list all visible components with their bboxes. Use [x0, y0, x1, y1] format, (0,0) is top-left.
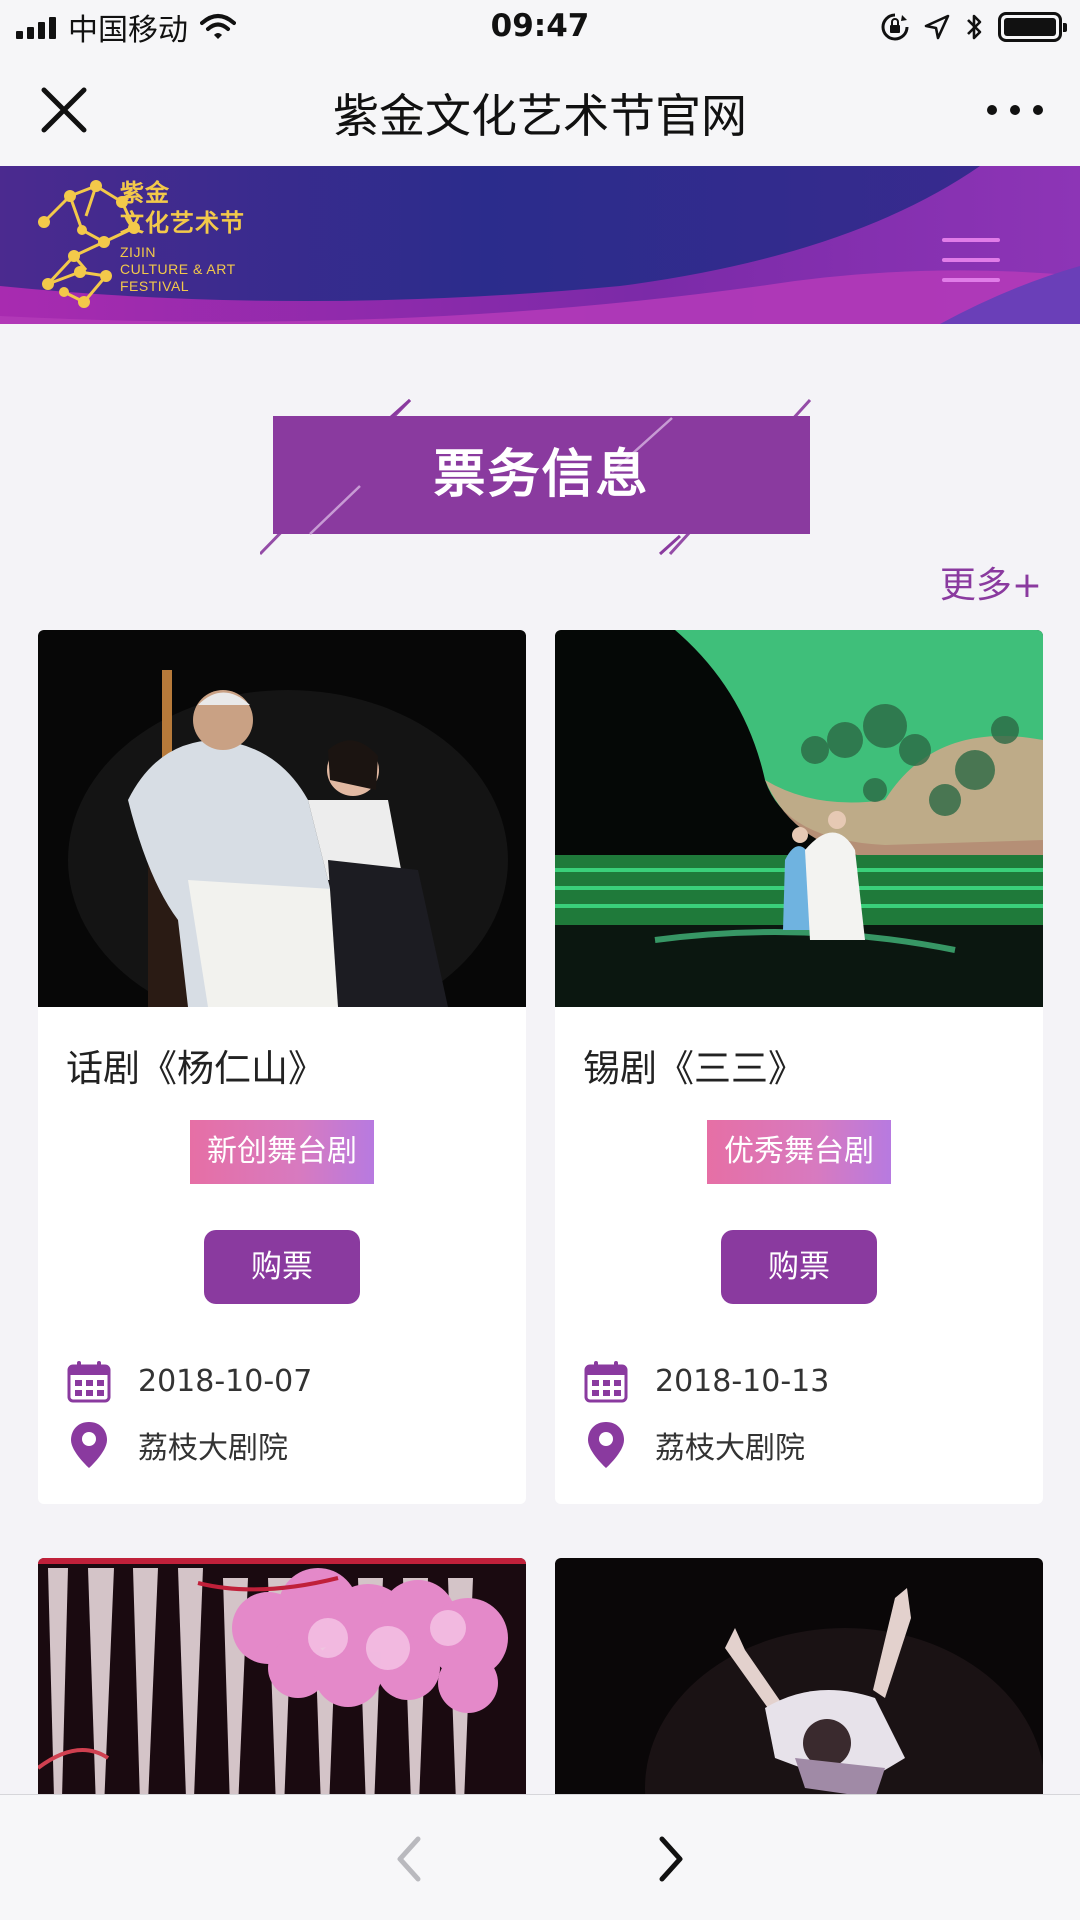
event-venue: 荔枝大剧院: [138, 1431, 288, 1466]
logo-en-line3: FESTIVAL: [120, 278, 190, 294]
event-date: 2018-10-07: [138, 1363, 313, 1399]
event-date-row: 2018-10-07: [64, 1356, 312, 1406]
section-header: 票务信息: [260, 360, 820, 556]
more-link[interactable]: 更多+: [940, 556, 1042, 608]
event-card[interactable]: [555, 1558, 1043, 1794]
more-dots-icon[interactable]: [980, 84, 1050, 136]
event-date: 2018-10-13: [655, 1363, 830, 1399]
event-venue: 荔枝大剧院: [655, 1431, 805, 1466]
browser-toolbar: [0, 1794, 1080, 1920]
page-title: 紫金文化艺术节官网: [333, 89, 747, 143]
orientation-lock-icon: [881, 13, 909, 41]
event-photo[interactable]: [38, 630, 526, 1007]
event-title: 话剧《杨仁山》: [66, 1047, 325, 1090]
hamburger-menu-icon[interactable]: [942, 238, 1000, 286]
location-pin-icon: [581, 1420, 631, 1470]
nav-bar: 紫金文化艺术节官网: [0, 54, 1080, 166]
logo-en-line2: CULTURE & ART: [120, 261, 236, 277]
event-card[interactable]: 锡剧《三三》 优秀舞台剧 购票 2018-10-13 荔枝大剧院: [555, 630, 1043, 1504]
event-photo[interactable]: [555, 630, 1043, 1007]
buy-ticket-button[interactable]: 购票: [204, 1230, 360, 1304]
logo-cn-line1: 紫金: [120, 179, 170, 207]
logo-cn-line2: 文化艺术节: [120, 209, 245, 237]
buy-ticket-button[interactable]: 购票: [721, 1230, 877, 1304]
logo-en-line1: ZIJIN: [120, 244, 156, 260]
event-venue-row: 荔枝大剧院: [581, 1420, 805, 1470]
close-icon[interactable]: [36, 84, 96, 136]
calendar-icon: [64, 1356, 114, 1406]
event-card[interactable]: 话剧《杨仁山》 新创舞台剧 购票 2018-10-07 荔枝大剧院: [38, 630, 526, 1504]
event-category-badge: 优秀舞台剧: [707, 1120, 891, 1184]
main-content: 票务信息 更多+ 话剧《杨仁山》 新创舞台剧 购票 2018-10-07 荔枝大…: [0, 324, 1080, 1794]
event-venue-row: 荔枝大剧院: [64, 1420, 288, 1470]
calendar-icon: [581, 1356, 631, 1406]
status-right: [880, 10, 1067, 44]
event-category-badge: 新创舞台剧: [190, 1120, 374, 1184]
event-photo[interactable]: [38, 1558, 526, 1794]
location-icon: [924, 14, 950, 40]
chevron-right-icon[interactable]: [640, 1831, 700, 1887]
bluetooth-icon: [967, 14, 982, 40]
site-header: 紫金 文化艺术节 ZIJIN CULTURE & ART FESTIVAL: [0, 166, 1080, 324]
event-card[interactable]: [38, 1558, 526, 1794]
status-bar: 中国移动 09:47: [0, 0, 1080, 54]
logo-en-text: ZIJIN CULTURE & ART FESTIVAL: [120, 244, 236, 295]
chevron-left-icon[interactable]: [380, 1831, 440, 1887]
logo-cn-text: 紫金 文化艺术节: [120, 178, 245, 238]
battery-icon: [998, 12, 1067, 42]
event-photo[interactable]: [555, 1558, 1043, 1794]
location-pin-icon: [64, 1420, 114, 1470]
event-date-row: 2018-10-13: [581, 1356, 829, 1406]
event-title: 锡剧《三三》: [583, 1047, 805, 1090]
section-title: 票务信息: [433, 444, 650, 505]
